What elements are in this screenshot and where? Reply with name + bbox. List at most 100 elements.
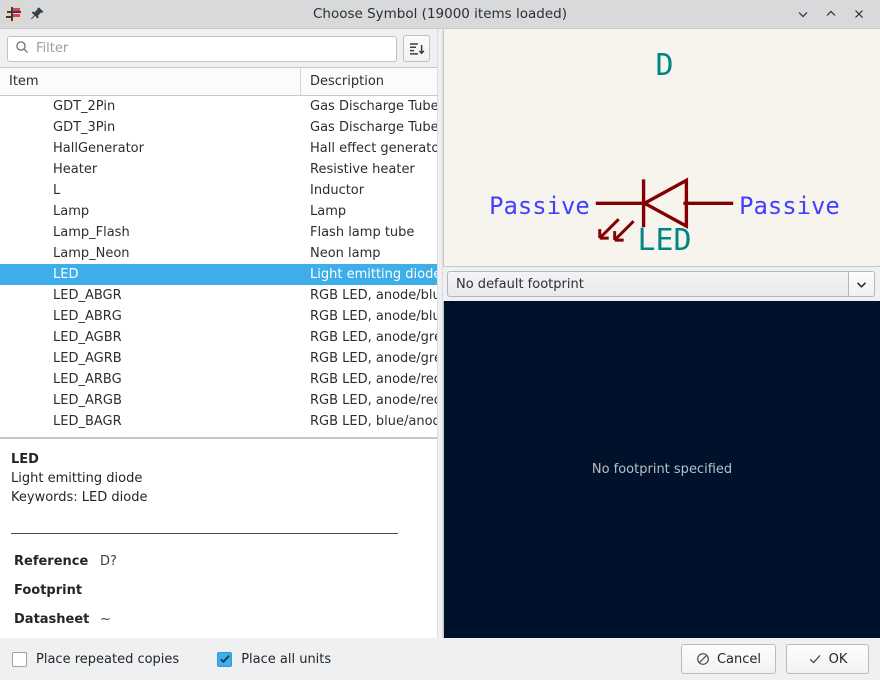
left-pane: Item Description GDT_2Pin Gas Discharge T…	[0, 29, 437, 638]
sort-button[interactable]	[403, 35, 430, 62]
row-item-name: HallGenerator	[53, 141, 144, 156]
table-row[interactable]: L Inductor	[0, 180, 437, 201]
table-row[interactable]: Heater Resistive heater	[0, 159, 437, 180]
column-header-description[interactable]: Description	[301, 68, 437, 95]
place-all-units-label: Place all units	[241, 651, 332, 667]
table-row[interactable]: GDT_2Pin Gas Discharge Tube w	[0, 96, 437, 117]
sort-descending-icon	[409, 42, 424, 55]
row-item-description: RGB LED, anode/blue	[310, 288, 437, 303]
detail-field: Reference D?	[14, 554, 426, 570]
detail-field-value: ~	[100, 612, 111, 627]
checkbox-box	[12, 651, 27, 667]
detail-field-value: D?	[100, 554, 117, 569]
row-item-description: Neon lamp	[310, 246, 381, 261]
place-all-units-checkbox[interactable]: Place all units	[217, 651, 332, 667]
table-row[interactable]: LED_ABRG RGB LED, anode/blue	[0, 306, 437, 327]
row-item-name: LED_ABGR	[53, 288, 122, 303]
symbol-reference-text: D	[655, 48, 673, 83]
row-item-description: Inductor	[310, 183, 365, 198]
row-item-description: Resistive heater	[310, 162, 415, 177]
table-row[interactable]: LED_ARBG RGB LED, anode/red/	[0, 369, 437, 390]
row-item-description: Hall effect generator	[310, 141, 437, 156]
table-row[interactable]: Lamp_Neon Neon lamp	[0, 243, 437, 264]
symbol-preview-canvas[interactable]: D LED Passive Passive	[443, 29, 880, 267]
cancel-button[interactable]: Cancel	[680, 644, 776, 674]
checkbox-box	[217, 651, 233, 667]
table-row[interactable]: LED_AGBR RGB LED, anode/gree	[0, 327, 437, 348]
symbol-details-panel: LED Light emitting diode Keywords: LED d…	[0, 438, 437, 638]
row-item-description: RGB LED, anode/red/	[310, 393, 437, 408]
minimize-button[interactable]	[790, 3, 816, 25]
row-item-name: Heater	[53, 162, 98, 177]
detail-symbol-keywords: Keywords: LED diode	[11, 490, 148, 505]
tree-header: Item Description	[0, 68, 437, 96]
row-item-description: Light emitting diode	[310, 267, 437, 282]
symbol-tree: Item Description GDT_2Pin Gas Discharge T…	[0, 67, 437, 438]
place-repeated-copies-checkbox[interactable]: Place repeated copies	[12, 651, 180, 667]
check-icon	[219, 655, 230, 664]
row-item-name: LED_ARGB	[53, 393, 122, 408]
table-row[interactable]: LED_ABGR RGB LED, anode/blue	[0, 285, 437, 306]
symbol-value-text: LED	[638, 223, 692, 258]
detail-field-key: Reference	[14, 554, 89, 569]
row-item-description: RGB LED, anode/red/	[310, 372, 437, 387]
table-row[interactable]: HallGenerator Hall effect generator	[0, 138, 437, 159]
filter-row	[0, 29, 437, 67]
kicad-eeschema-icon	[5, 5, 23, 23]
row-item-description: Gas Discharge Tube w	[310, 99, 437, 114]
dialog-footer: Place repeated copies Place all units Ca…	[0, 638, 880, 680]
detail-field-list: Reference D? Footprint Datasheet ~	[11, 554, 426, 628]
window-title: Choose Symbol (19000 items loaded)	[312, 6, 568, 22]
table-row[interactable]: Lamp Lamp	[0, 201, 437, 222]
row-item-name: LED_AGBR	[53, 330, 122, 345]
place-repeated-copies-label: Place repeated copies	[36, 651, 180, 667]
row-item-description: Lamp	[310, 204, 347, 219]
symbol-pin-right-text: Passive	[739, 192, 840, 220]
row-item-name: Lamp_Flash	[53, 225, 130, 240]
window-controls	[790, 3, 880, 25]
detail-field: Datasheet ~	[14, 612, 426, 628]
ok-button[interactable]: OK	[786, 644, 869, 674]
table-row[interactable]: LED_AGRB RGB LED, anode/gree	[0, 348, 437, 369]
check-icon	[809, 654, 821, 664]
detail-divider	[11, 533, 398, 534]
row-item-name: LED	[53, 267, 79, 282]
column-header-item[interactable]: Item	[0, 68, 301, 95]
row-item-name: GDT_2Pin	[53, 99, 116, 114]
tree-body[interactable]: GDT_2Pin Gas Discharge Tube w GDT_3Pin Gas …	[0, 96, 437, 437]
cancel-circle-icon	[697, 653, 709, 665]
detail-symbol-name: LED	[11, 452, 39, 467]
pin-icon[interactable]	[29, 6, 45, 22]
maximize-button[interactable]	[818, 3, 844, 25]
footprint-combobox[interactable]: No default footprint	[447, 271, 849, 297]
row-item-name: Lamp	[53, 204, 90, 219]
dialog-body: Item Description GDT_2Pin Gas Discharge T…	[0, 29, 880, 638]
table-row[interactable]: LED_BAGR RGB LED, blue/anode	[0, 411, 437, 432]
search-icon	[15, 40, 29, 58]
row-item-name: GDT_3Pin	[53, 120, 116, 135]
choose-symbol-dialog: Choose Symbol (19000 items loaded) Filte…	[0, 0, 880, 680]
row-item-description: Flash lamp tube	[310, 225, 415, 240]
footprint-dropdown-button[interactable]	[849, 271, 875, 297]
detail-symbol-description: Light emitting diode	[11, 471, 143, 486]
table-row[interactable]: LED_ARGB RGB LED, anode/red/	[0, 390, 437, 411]
ok-button-label: OK	[828, 651, 848, 667]
footprint-preview-message: No footprint specified	[591, 462, 733, 477]
table-row[interactable]: Lamp_Flash Flash lamp tube	[0, 222, 437, 243]
symbol-pin-left-text: Passive	[489, 192, 590, 220]
row-item-description: Gas Discharge Tube w	[310, 120, 437, 135]
close-button[interactable]	[846, 3, 872, 25]
footprint-preview-canvas[interactable]: No footprint specified	[443, 301, 880, 638]
table-row[interactable]: GDT_3Pin Gas Discharge Tube w	[0, 117, 437, 138]
footprint-selector-row: No default footprint	[443, 267, 880, 301]
row-item-description: RGB LED, anode/gree	[310, 351, 437, 366]
search-box[interactable]	[7, 35, 397, 62]
right-pane: D LED Passive Passive No default footpri…	[443, 29, 880, 638]
row-item-name: L	[53, 183, 61, 198]
search-input[interactable]	[36, 41, 389, 56]
row-item-name: LED_AGRB	[53, 351, 122, 366]
led-symbol-graphic: D LED Passive Passive	[489, 48, 840, 258]
row-item-description: RGB LED, anode/gree	[310, 330, 437, 345]
table-row[interactable]: LED Light emitting diode	[0, 264, 437, 285]
detail-field: Footprint	[14, 583, 426, 599]
